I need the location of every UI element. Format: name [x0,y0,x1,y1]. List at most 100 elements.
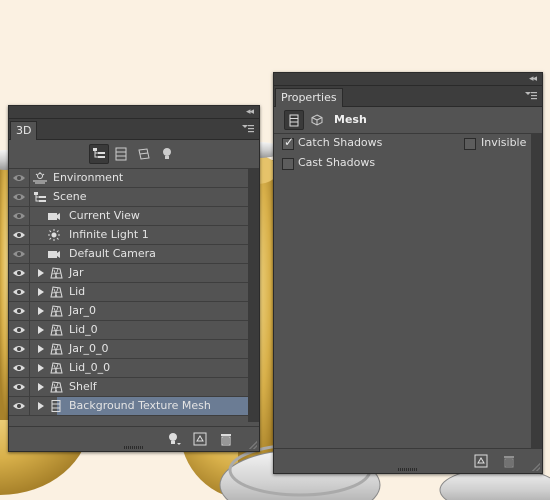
visibility-eye-icon[interactable] [9,397,30,415]
mesh-icon [49,324,63,336]
panel-menu-icon[interactable] [525,91,537,101]
mesh-icon [49,343,63,355]
cast-shadows-label: Cast Shadows [298,156,376,169]
expand-arrow-icon[interactable] [38,307,44,315]
visibility-eye-icon[interactable] [9,321,30,339]
mesh-icon [49,267,63,279]
layer-row[interactable]: Default Camera [9,245,259,264]
visibility-eye-icon[interactable] [9,226,30,244]
resize-handle[interactable] [249,441,257,449]
invisible-label: Invisible [481,136,527,149]
layer-label: Lid_0 [69,323,98,336]
collapse-panel-icon[interactable]: ◂◂ [529,73,537,85]
properties-drag-bar[interactable]: ◂◂ [274,73,542,86]
layer-label: Lid_0_0 [69,361,111,374]
layer-row[interactable]: Jar_0 [9,302,259,321]
layer-row[interactable]: Current View [9,207,259,226]
visibility-eye-icon[interactable] [9,188,30,206]
light-filter-icon[interactable] [158,145,176,163]
properties-body: ✓ Catch Shadows Invisible Cast Shadows [274,133,527,448]
camera-icon [47,210,61,222]
mesh-plane-icon [49,400,63,412]
layer-label: Jar_0 [69,304,97,317]
section-title: Mesh [334,113,367,126]
tab-properties[interactable]: Properties [275,88,343,107]
layer-label: Infinite Light 1 [69,228,149,241]
expand-arrow-icon[interactable] [38,326,44,334]
layer-row[interactable]: Scene [9,188,259,207]
expand-arrow-icon[interactable] [38,383,44,391]
panel-3d-drag-bar[interactable]: ◂◂ [9,106,259,119]
panel-3d-tab-bar: 3D [9,119,259,140]
visibility-eye-icon[interactable] [9,302,30,320]
mesh-icon [49,286,63,298]
layer-row[interactable]: Jar [9,264,259,283]
layer-label: Default Camera [69,247,156,260]
new-mesh-icon[interactable] [474,454,488,468]
layer-row[interactable]: Lid_0 [9,321,259,340]
expand-arrow-icon[interactable] [38,288,44,296]
properties-panel: ◂◂ Properties Mesh ✓ Catch Shadows Invis… [273,72,543,474]
delete-icon[interactable] [502,454,516,468]
mesh-icon [49,362,63,374]
layer-label: Scene [53,190,87,203]
visibility-eye-icon[interactable] [9,245,30,263]
expand-arrow-icon[interactable] [38,269,44,277]
panel-3d: ◂◂ 3D Environment Scene Current View Infini… [8,105,260,452]
expand-arrow-icon[interactable] [38,402,44,410]
properties-tab-bar: Properties [274,86,542,107]
visibility-eye-icon[interactable] [9,340,30,358]
layer-row[interactable]: Background Texture Mesh [9,397,259,416]
environment-icon [33,172,47,184]
visibility-eye-icon[interactable] [9,359,30,377]
layer-label: Current View [69,209,140,222]
delete-icon[interactable] [219,432,233,446]
panel-resize-grip[interactable] [398,468,418,471]
layer-label: Environment [53,171,124,184]
layer-row[interactable]: Shelf [9,378,259,397]
visibility-eye-icon[interactable] [9,264,30,282]
layer-row[interactable]: Environment [9,169,259,188]
layer-row[interactable]: Jar_0_0 [9,340,259,359]
panel-resize-grip[interactable] [124,446,144,449]
layer-row[interactable]: Lid [9,283,259,302]
cube-icon[interactable] [308,111,326,129]
material-filter-icon[interactable] [135,145,153,163]
layer-label: Lid [69,285,86,298]
layer-row[interactable]: Lid_0_0 [9,359,259,378]
panel-3d-filter-toolbar [9,140,259,168]
properties-scrollbar[interactable] [531,133,542,451]
new-mesh-icon[interactable] [193,432,207,446]
layer-label: Background Texture Mesh [69,399,211,412]
resize-handle[interactable] [532,463,540,471]
checkmark-icon: ✓ [284,135,295,149]
mesh-icon [49,305,63,317]
properties-footer [274,448,542,473]
scene-icon [33,191,47,203]
visibility-eye-icon[interactable] [9,169,30,187]
visibility-eye-icon[interactable] [9,378,30,396]
mesh-properties-icon[interactable] [284,110,304,130]
camera-icon [47,248,61,260]
catch-shadows-checkbox[interactable]: ✓ [282,135,295,150]
light-icon [47,229,61,241]
collapse-panel-icon[interactable]: ◂◂ [246,106,254,118]
properties-header: Mesh [274,107,542,134]
tab-3d[interactable]: 3D [10,121,38,140]
visibility-eye-icon[interactable] [9,283,30,301]
catch-shadows-label: Catch Shadows [298,136,383,149]
visibility-eye-icon[interactable] [9,207,30,225]
layer-list-scrollbar[interactable] [248,169,259,422]
layer-label: Jar_0_0 [69,342,109,355]
cast-shadows-checkbox[interactable] [282,158,294,170]
scene-filter-icon[interactable] [89,144,109,164]
layer-label: Shelf [69,380,97,393]
panel-3d-footer [9,426,259,451]
invisible-checkbox[interactable] [464,138,476,150]
expand-arrow-icon[interactable] [38,364,44,372]
mesh-filter-icon[interactable] [112,145,130,163]
layer-row[interactable]: Infinite Light 1 [9,226,259,245]
add-light-icon[interactable] [167,432,181,446]
panel-menu-icon[interactable] [242,124,254,134]
expand-arrow-icon[interactable] [38,345,44,353]
